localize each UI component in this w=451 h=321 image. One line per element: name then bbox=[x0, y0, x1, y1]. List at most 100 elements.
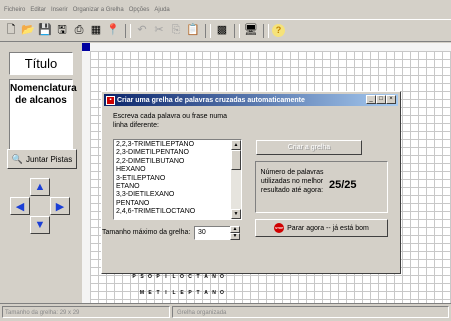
word-list-scrollbar[interactable]: ▲ ▼ bbox=[231, 140, 241, 219]
save-as-icon[interactable]: 🖫 bbox=[54, 23, 70, 39]
arrow-right-icon[interactable]: ▶ bbox=[50, 197, 70, 215]
grid-cell[interactable]: O bbox=[218, 273, 226, 281]
instruction-text: Escreva cada palavra ou frase numa linha… bbox=[113, 113, 228, 129]
list-item: 3-ETILEPTANO bbox=[116, 174, 166, 182]
grid-column-header bbox=[90, 43, 451, 51]
app-icon: ▪ bbox=[106, 95, 115, 105]
print-icon[interactable]: ⎙ bbox=[71, 23, 87, 39]
new-document-icon[interactable]: 🗋 bbox=[3, 23, 19, 39]
grid-cell[interactable]: O bbox=[178, 273, 186, 281]
monitor-icon[interactable]: 🖥 bbox=[243, 23, 259, 39]
maximize-icon[interactable]: □ bbox=[376, 95, 386, 104]
join-clues-button[interactable]: 🔍 Juntar Pistas bbox=[7, 149, 77, 169]
stop-now-button[interactable]: STOP Parar agora -- já está bom bbox=[255, 219, 388, 237]
title-field[interactable]: Título bbox=[9, 52, 73, 75]
grid-cell[interactable]: S bbox=[138, 273, 146, 281]
arrow-up-icon[interactable]: ▲ bbox=[30, 178, 50, 196]
create-grid-dialog: ▪ Criar uma grelha de palavras cruzadas … bbox=[101, 91, 401, 274]
grid-cell[interactable]: P bbox=[154, 273, 162, 281]
menu-opcoes[interactable]: Opções bbox=[129, 7, 150, 13]
toolbar-separator bbox=[205, 23, 211, 38]
grid-cell[interactable]: O bbox=[146, 273, 154, 281]
max-size-stepper[interactable]: ▲ ▼ bbox=[230, 226, 240, 240]
dialog-title: Criar uma grelha de palavras cruzadas au… bbox=[117, 96, 305, 104]
grid-corner bbox=[82, 43, 90, 51]
menu-ficheiro[interactable]: Ficheiro bbox=[4, 7, 25, 13]
toolbar-separator bbox=[234, 23, 240, 38]
menu-inserir[interactable]: Inserir bbox=[51, 7, 68, 13]
menu-organizar[interactable]: Organizar a Grelha bbox=[73, 7, 124, 13]
cut-icon[interactable]: ✂ bbox=[151, 23, 167, 39]
spin-down-icon[interactable]: ▼ bbox=[230, 233, 240, 240]
arrow-down-icon[interactable]: ▼ bbox=[30, 216, 50, 234]
magnifier-icon: 🔍 bbox=[11, 153, 23, 164]
best-result-panel: Número de palavras utilizadas no melhor … bbox=[255, 161, 388, 213]
grid-icon[interactable]: ▦ bbox=[88, 23, 104, 39]
scroll-up-icon[interactable]: ▲ bbox=[231, 140, 241, 150]
grid-cell[interactable]: E bbox=[146, 289, 154, 297]
copy-icon[interactable]: ⎘ bbox=[168, 23, 184, 39]
close-icon[interactable]: × bbox=[386, 95, 396, 104]
grid-cell[interactable]: O bbox=[218, 289, 226, 297]
dialog-titlebar[interactable]: ▪ Criar uma grelha de palavras cruzadas … bbox=[104, 94, 398, 106]
word-list-textarea[interactable]: 2,2,3-TRIMETILEPTANO 2,3-DIMETILPENTANO … bbox=[113, 139, 242, 220]
help-icon[interactable]: ? bbox=[272, 24, 285, 37]
arrow-left-icon[interactable]: ◀ bbox=[10, 197, 30, 215]
menu-editar[interactable]: Editar bbox=[30, 7, 46, 13]
paste-icon[interactable]: 📋 bbox=[185, 23, 201, 39]
menu-bar: Ficheiro Editar Inserir Organizar a Grel… bbox=[0, 0, 451, 20]
grid-cell[interactable]: P bbox=[130, 273, 138, 281]
open-folder-icon[interactable]: 📂 bbox=[20, 23, 36, 39]
grid-cell[interactable]: L bbox=[170, 289, 178, 297]
grid-cell[interactable]: N bbox=[210, 289, 218, 297]
list-item: 2,2,3-TRIMETILEPTANO bbox=[116, 141, 195, 148]
list-item: PENTANO bbox=[116, 199, 150, 207]
max-size-label: Tamanho máximo da grelha: bbox=[102, 229, 191, 236]
grid-cell[interactable]: A bbox=[202, 289, 210, 297]
best-result-value: 25/25 bbox=[329, 179, 357, 191]
list-item: 2,2-DIMETILBUTANO bbox=[116, 157, 185, 165]
stop-now-label: Parar agora -- já está bom bbox=[287, 224, 369, 232]
menu-ajuda[interactable]: Ajuda bbox=[154, 7, 169, 13]
join-clues-label: Juntar Pistas bbox=[25, 154, 73, 164]
grid-cell[interactable]: N bbox=[210, 273, 218, 281]
spin-up-icon[interactable]: ▲ bbox=[230, 226, 240, 233]
pin-icon[interactable]: 📍 bbox=[105, 23, 121, 39]
grid-cell[interactable]: E bbox=[178, 289, 186, 297]
minimize-icon[interactable]: _ bbox=[366, 95, 376, 104]
list-item: 2,3-DIMETILPENTANO bbox=[116, 149, 189, 157]
status-grid-size: Tamanho da grelha: 29 x 29 bbox=[2, 306, 170, 318]
list-item: HEXANO bbox=[116, 166, 146, 174]
create-grid-button[interactable]: Criar a grelha bbox=[256, 140, 362, 155]
window-buttons: _ □ × bbox=[366, 95, 396, 104]
grid-cell[interactable]: I bbox=[162, 273, 170, 281]
scroll-thumb[interactable] bbox=[231, 150, 241, 170]
grid-row-header bbox=[82, 51, 90, 303]
grid-cell[interactable]: P bbox=[186, 289, 194, 297]
grid-cell[interactable]: T bbox=[194, 289, 202, 297]
list-item: 3,3-DIETILEXANO bbox=[116, 191, 175, 199]
direction-pad: ▲ ◀ ▶ ▼ bbox=[10, 178, 70, 236]
grid-cell[interactable]: C bbox=[186, 273, 194, 281]
best-result-label: Número de palavras utilizadas no melhor … bbox=[260, 169, 324, 194]
status-bar: Tamanho da grelha: 29 x 29 Grelha organi… bbox=[0, 303, 451, 321]
grid-cell[interactable]: A bbox=[202, 273, 210, 281]
toolbar-separator bbox=[263, 23, 269, 38]
list-item: 2,4,6-TRIMETILOCTANO bbox=[116, 208, 196, 216]
create-grid-label: Criar a grelha bbox=[287, 144, 331, 151]
left-panel: Título Nomenclatura de alcanos 🔍 Juntar … bbox=[0, 43, 82, 303]
grid-cell[interactable]: L bbox=[170, 273, 178, 281]
grid-cell[interactable]: T bbox=[154, 289, 162, 297]
fill-grid-icon[interactable]: ▩ bbox=[214, 23, 230, 39]
toolbar: 🗋 📂 💾 🖫 ⎙ ▦ 📍 ↶ ✂ ⎘ 📋 ▩ 🖥 ? bbox=[0, 20, 451, 42]
status-message: Grelha organizada bbox=[172, 306, 449, 318]
list-item: ETANO bbox=[116, 183, 140, 191]
save-icon[interactable]: 💾 bbox=[37, 23, 53, 39]
grid-cell[interactable]: T bbox=[194, 273, 202, 281]
grid-cell[interactable]: M bbox=[138, 289, 146, 297]
scroll-down-icon[interactable]: ▼ bbox=[231, 209, 241, 219]
toolbar-separator bbox=[125, 23, 131, 38]
stop-sign-icon: STOP bbox=[274, 223, 285, 233]
grid-cell[interactable]: I bbox=[162, 289, 170, 297]
undo-icon[interactable]: ↶ bbox=[134, 23, 150, 39]
